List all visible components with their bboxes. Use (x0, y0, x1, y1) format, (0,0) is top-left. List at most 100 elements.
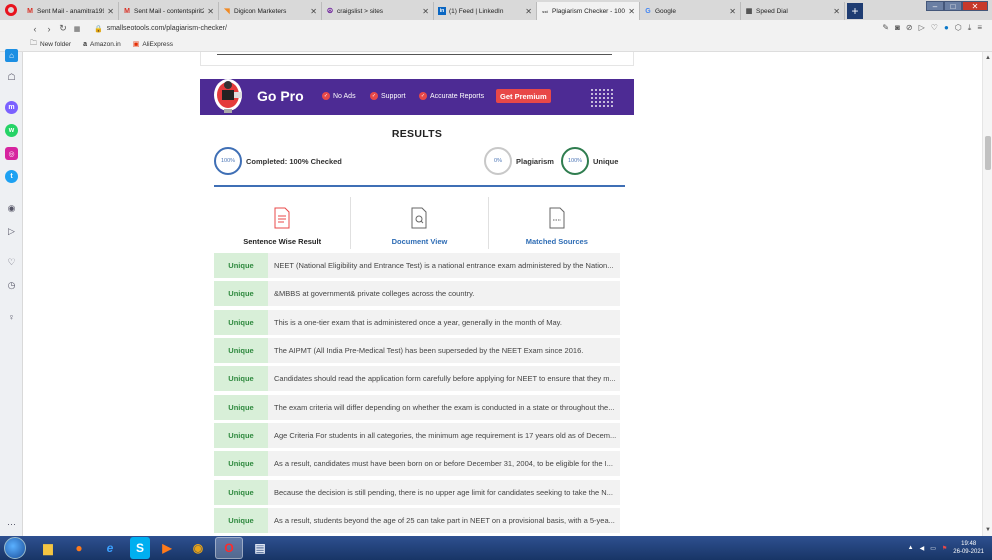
new-tab-button[interactable]: + (847, 3, 863, 19)
status-badge: Unique (214, 395, 268, 420)
peace-icon: ☮ (326, 8, 334, 15)
bookmark-new-folder[interactable]: 🗀 New folder (30, 39, 71, 50)
close-tab-icon[interactable]: ✕ (525, 7, 532, 16)
player-icon[interactable]: ◉ (5, 202, 18, 215)
close-tab-icon[interactable]: ✕ (107, 7, 114, 16)
twitter-icon[interactable]: t (5, 170, 18, 183)
browser-tab[interactable]: ◥ Digicon Marketers ✕ (219, 2, 322, 20)
close-tab-icon[interactable]: ✕ (310, 7, 317, 16)
result-view-tabs: Sentence Wise Result Document View Match… (214, 197, 625, 249)
send-icon[interactable]: ▷ (919, 23, 925, 33)
scroll-down-icon[interactable]: ▼ (985, 527, 991, 533)
status-badge: Unique (214, 423, 268, 448)
close-tab-icon[interactable]: ✕ (207, 7, 214, 16)
adblock-icon[interactable]: ⊘ (906, 23, 913, 33)
more-icon[interactable]: ⋯ (5, 518, 18, 531)
extensions-icon[interactable]: ⬡ (955, 23, 962, 33)
opera-taskbar-icon[interactable]: O (215, 537, 243, 559)
speed-dial-icon[interactable]: ▦ (70, 25, 84, 33)
text-input-box (200, 52, 634, 66)
vertical-scrollbar[interactable]: ▲ ▼ (982, 52, 992, 536)
status-badge: Unique (214, 508, 268, 533)
sentence-row: Unique Because the decision is still pend… (214, 480, 620, 505)
document-link-icon (549, 207, 565, 229)
plagiarism-results-panel: Go Pro ✓ No Ads ✓ Support ✓ Accurate Report… (200, 52, 634, 536)
gmail-icon: M (124, 7, 130, 15)
status-badge: Unique (214, 253, 268, 278)
opera-menu-icon[interactable] (0, 0, 22, 20)
close-tab-icon[interactable]: ✕ (729, 7, 736, 16)
forward-icon[interactable]: › (42, 24, 56, 34)
tab-label: (1) Feed | LinkedIn (449, 7, 504, 15)
network-icon[interactable]: ▭ (930, 545, 936, 552)
browser-tab[interactable]: ▦ Speed Dial ✕ (741, 2, 845, 20)
browser-tab[interactable]: G Google ✕ (640, 2, 741, 20)
maximize-button[interactable]: □ (944, 1, 962, 11)
messenger-icon[interactable]: m (5, 101, 18, 114)
heart-icon[interactable]: ♡ (931, 23, 938, 33)
file-explorer-icon[interactable]: ▆ (34, 537, 62, 559)
close-window-button[interactable]: ✕ (962, 1, 988, 11)
flag-icon[interactable]: ⚑ (942, 545, 947, 552)
sst-icon: sst (542, 8, 548, 14)
window-controls: – □ ✕ (926, 1, 988, 11)
sentence-text: This is a one-tier exam that is administ… (274, 318, 562, 327)
internet-explorer-icon[interactable]: e (96, 537, 124, 559)
workspace-icon[interactable]: ☖ (5, 71, 18, 84)
lock-icon: 🔒 (94, 25, 103, 33)
minimize-button[interactable]: – (926, 1, 944, 11)
tab-matched-sources[interactable]: Matched Sources (487, 197, 625, 249)
unique-stat: 100% Unique (561, 147, 618, 175)
back-icon[interactable]: ‹ (28, 24, 42, 34)
scroll-up-icon[interactable]: ▲ (985, 55, 991, 61)
tab-label: Plagiarism Checker - 100% (552, 7, 626, 15)
browser-tab[interactable]: M Sent Mail - contentspirit20 ✕ (119, 2, 219, 20)
get-premium-button[interactable]: Get Premium (496, 89, 551, 103)
tips-icon[interactable]: ♀ (5, 310, 18, 323)
skype-icon[interactable]: S (130, 537, 150, 559)
tray-expand-icon[interactable]: ▲ (908, 545, 914, 551)
chrome-icon[interactable]: ◉ (184, 537, 212, 559)
tab-label: Sent Mail - anamitra19900 (37, 7, 104, 15)
history-icon[interactable]: ◷ (5, 279, 18, 292)
browser-tab[interactable]: M Sent Mail - anamitra19900✕ (22, 2, 119, 20)
close-tab-icon[interactable]: ✕ (422, 7, 429, 16)
camera-icon[interactable]: ◙ (895, 23, 900, 33)
close-tab-icon[interactable]: ✕ (628, 7, 635, 16)
sentence-text: The exam criteria will differ depending … (274, 403, 615, 412)
media-player-icon[interactable]: ▶ (153, 537, 181, 559)
vpn-icon[interactable]: ● (944, 23, 949, 33)
bookmark-label: AliExpress (142, 40, 174, 48)
sentence-text: NEET (National Eligibility and Entrance … (274, 261, 614, 270)
start-button[interactable] (4, 537, 26, 559)
whatsapp-icon[interactable]: w (5, 124, 18, 137)
browser-tab[interactable]: in (1) Feed | LinkedIn ✕ (434, 2, 537, 20)
page-viewport: Go Pro ✓ No Ads ✓ Support ✓ Accurate Report… (24, 52, 982, 536)
bookmark-amazon[interactable]: a Amazon.in (83, 41, 121, 48)
close-tab-icon[interactable]: ✕ (833, 7, 840, 16)
home-icon[interactable]: ⌂ (5, 49, 18, 62)
document-app-icon[interactable]: ▤ (246, 537, 274, 559)
bookmark-aliexpress[interactable]: ▣ AliExpress (133, 40, 174, 49)
heart-icon[interactable]: ♡ (5, 256, 18, 269)
url-field[interactable]: 🔒 smallseotools.com/plagiarism-checker/ (94, 25, 227, 33)
scrollbar-thumb[interactable] (985, 136, 991, 170)
instagram-icon[interactable]: ◎ (5, 147, 18, 160)
status-badge: Unique (214, 281, 268, 306)
tab-sentence-wise-result[interactable]: Sentence Wise Result (214, 197, 350, 249)
send-icon[interactable]: ▷ (5, 225, 18, 238)
tab-document-view[interactable]: Document View (350, 197, 487, 249)
sentence-row: Unique The AIPMT (All India Pre-Medical T… (214, 338, 620, 363)
completed-stat: 100% Completed: 100% Checked (214, 147, 342, 175)
edit-icon[interactable]: ✎ (882, 23, 889, 33)
firefox-icon[interactable]: ● (65, 537, 93, 559)
browser-tab[interactable]: ☮ craigslist > sites ✕ (322, 2, 434, 20)
browser-tab[interactable]: sst Plagiarism Checker - 100% ✕ (537, 2, 640, 20)
clock[interactable]: 19:48 26-09-2021 (953, 540, 984, 556)
download-icon[interactable]: ⤓ (968, 23, 972, 33)
completed-ring: 100% (214, 147, 242, 175)
volume-icon[interactable]: ◀ (920, 545, 925, 552)
sentence-row: Unique &MBBS at government& private colle… (214, 281, 620, 306)
menu-icon[interactable]: ≡ (977, 23, 982, 33)
reload-icon[interactable]: ↻ (56, 23, 70, 34)
